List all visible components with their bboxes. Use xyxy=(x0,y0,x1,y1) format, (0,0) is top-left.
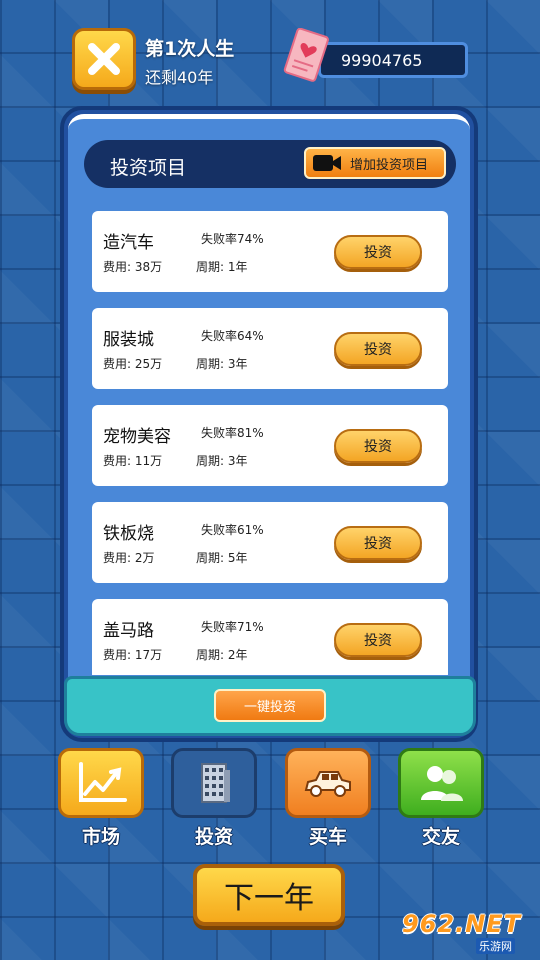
project-name: 服装城 xyxy=(103,330,154,350)
nav-invest-label: 投资 xyxy=(194,826,233,848)
add-invest-button[interactable]: 增加投资项目 xyxy=(304,147,446,179)
nav-invest[interactable]: 投资 xyxy=(171,748,257,854)
life-title: 第1次人生 xyxy=(145,38,235,60)
project-period: 周期: 2年 xyxy=(196,648,248,662)
fail-rate: 失败率64% xyxy=(201,329,264,343)
money-display: 99904765 xyxy=(318,42,468,78)
project-name: 铁板烧 xyxy=(103,524,154,544)
years-left: 还剩40年 xyxy=(145,68,214,87)
fail-rate: 失败率61% xyxy=(201,523,264,537)
nav-market-tile[interactable] xyxy=(58,748,144,818)
project-card: 铁板烧 失败率61% 费用: 2万 周期: 5年 投资 xyxy=(92,502,448,583)
close-button[interactable] xyxy=(72,28,136,90)
project-card: 造汽车 失败率74% 费用: 38万 周期: 1年 投资 xyxy=(92,211,448,292)
nav-buy-car-tile[interactable] xyxy=(285,748,371,818)
fail-rate: 失败率71% xyxy=(201,620,264,634)
project-cost: 费用: 2万 xyxy=(103,551,155,565)
invest-button[interactable]: 投资 xyxy=(334,526,422,560)
project-card: 盖马路 失败率71% 费用: 17万 周期: 2年 投资 xyxy=(92,599,448,675)
building-icon xyxy=(201,763,230,803)
friends-icon xyxy=(421,766,463,801)
project-cost: 费用: 11万 xyxy=(103,454,163,468)
invest-button[interactable]: 投资 xyxy=(334,429,422,463)
project-cost: 费用: 17万 xyxy=(103,648,163,662)
project-list[interactable]: 造汽车 失败率74% 费用: 38万 周期: 1年 投资 服装城 失败率64% … xyxy=(92,211,448,675)
video-icon xyxy=(313,155,341,171)
invest-button[interactable]: 投资 xyxy=(334,623,422,657)
nav-buy-car-label: 买车 xyxy=(308,826,347,848)
project-name: 盖马路 xyxy=(103,621,154,641)
nav-market[interactable]: 市场 xyxy=(58,748,144,854)
fail-rate: 失败率81% xyxy=(201,426,264,440)
project-name: 造汽车 xyxy=(103,233,154,253)
nav-friends-tile[interactable] xyxy=(398,748,484,818)
project-name: 宠物美容 xyxy=(103,427,171,447)
nav-friends[interactable]: 交友 xyxy=(398,748,484,854)
project-card: 服装城 失败率64% 费用: 25万 周期: 3年 投资 xyxy=(92,308,448,389)
nav-invest-tile[interactable] xyxy=(171,748,257,818)
watermark-brand: 962.NET xyxy=(402,910,522,938)
money-note-icon xyxy=(283,28,329,82)
nav-buy-car[interactable]: 买车 xyxy=(285,748,371,854)
panel-title: 投资项目 xyxy=(110,157,187,179)
project-card: 宠物美容 失败率81% 费用: 11万 周期: 3年 投资 xyxy=(92,405,448,486)
close-icon xyxy=(88,43,120,75)
project-period: 周期: 1年 xyxy=(196,260,248,274)
invest-button[interactable]: 投资 xyxy=(334,332,422,366)
invest-button[interactable]: 投资 xyxy=(334,235,422,269)
fail-rate: 失败率74% xyxy=(201,232,264,246)
nav-friends-label: 交友 xyxy=(421,826,460,848)
money-value: 99904765 xyxy=(341,51,423,70)
project-period: 周期: 3年 xyxy=(196,454,248,468)
project-period: 周期: 5年 xyxy=(196,551,248,565)
watermark: 962.NET 乐游网 xyxy=(402,910,534,954)
car-icon xyxy=(304,771,351,797)
chart-icon xyxy=(79,762,127,802)
project-period: 周期: 3年 xyxy=(196,357,248,371)
watermark-sub: 乐游网 xyxy=(476,938,515,954)
project-cost: 费用: 25万 xyxy=(103,357,163,371)
one-click-invest-button[interactable]: 一键投资 xyxy=(214,689,326,722)
add-invest-label: 增加投资项目 xyxy=(350,157,429,173)
next-year-button[interactable]: 下一年 xyxy=(193,864,345,926)
nav-market-label: 市场 xyxy=(81,826,120,848)
project-cost: 费用: 38万 xyxy=(103,260,163,274)
